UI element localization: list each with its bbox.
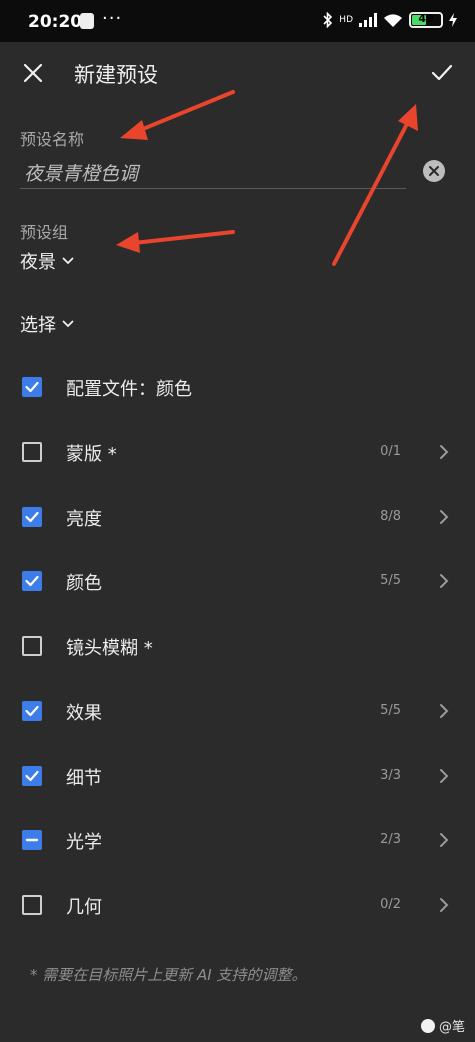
arrow-to-name-label xyxy=(120,90,235,140)
annotation-arrows xyxy=(116,90,418,266)
arrow-to-confirm-button xyxy=(332,104,418,266)
arrow-to-group-dropdown xyxy=(116,230,235,253)
